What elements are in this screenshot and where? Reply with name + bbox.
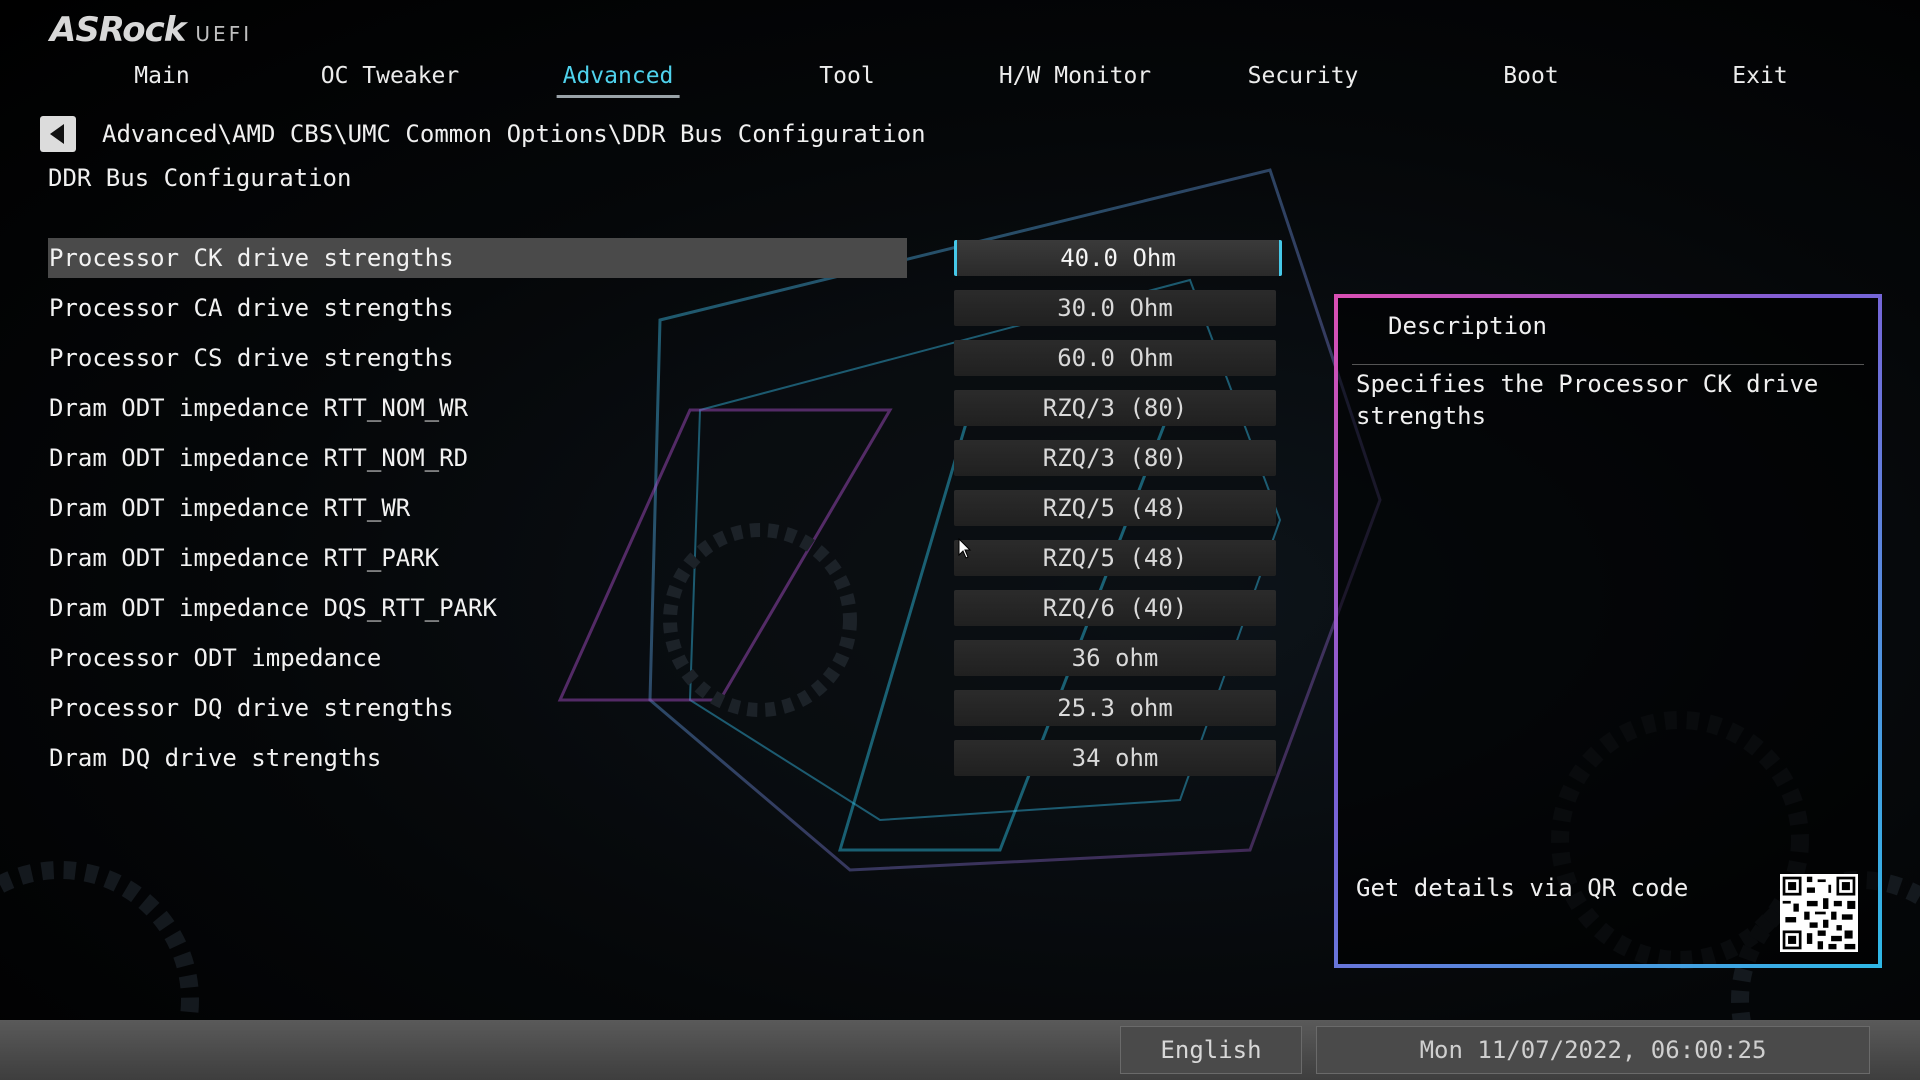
setting-label: Processor CK drive strengths [48, 238, 907, 278]
setting-value[interactable]: 34 ohm [954, 740, 1276, 776]
setting-value[interactable]: 40.0 Ohm [954, 240, 1282, 276]
setting-dram-odt-rtt-nom-wr[interactable]: Dram ODT impedance RTT_NOM_WR RZQ/3 (80) [48, 388, 1278, 428]
description-title: Description [1388, 312, 1547, 340]
qr-code-icon[interactable] [1780, 874, 1858, 952]
setting-value[interactable]: 36 ohm [954, 640, 1276, 676]
back-arrow-icon [50, 124, 64, 144]
setting-label: Dram ODT impedance RTT_NOM_WR [49, 394, 469, 422]
datetime-display: Mon 11/07/2022, 06:00:25 [1316, 1026, 1870, 1074]
setting-value[interactable]: RZQ/3 (80) [954, 440, 1276, 476]
tab-boot[interactable]: Boot [1503, 58, 1558, 94]
description-text: Specifies the Processor CK drive strengt… [1356, 370, 1819, 430]
setting-dram-odt-rtt-wr[interactable]: Dram ODT impedance RTT_WR RZQ/5 (48) [48, 488, 1278, 528]
setting-dram-odt-rtt-park[interactable]: Dram ODT impedance RTT_PARK RZQ/5 (48) [48, 538, 1278, 578]
back-button[interactable] [40, 116, 76, 152]
setting-dram-dq-drive-strengths[interactable]: Dram DQ drive strengths 34 ohm [48, 738, 1278, 778]
page-title: DDR Bus Configuration [48, 164, 352, 192]
setting-value[interactable]: RZQ/3 (80) [954, 390, 1276, 426]
setting-label: Processor ODT impedance [49, 644, 382, 672]
setting-label: Dram ODT impedance DQS_RTT_PARK [49, 594, 497, 622]
language-button[interactable]: English [1120, 1026, 1302, 1074]
setting-label: Dram ODT impedance RTT_NOM_RD [49, 444, 469, 472]
setting-label: Dram ODT impedance RTT_PARK [49, 544, 440, 572]
uefi-screen: ASRock UEFI Main OC Tweaker Advanced Tool… [0, 0, 1920, 1080]
setting-value[interactable]: 25.3 ohm [954, 690, 1276, 726]
setting-label: Processor CA drive strengths [49, 294, 454, 322]
setting-label: Processor DQ drive strengths [49, 694, 454, 722]
setting-processor-ca-drive-strengths[interactable]: Processor CA drive strengths 30.0 Ohm [48, 288, 1278, 328]
setting-value[interactable]: RZQ/5 (48) [954, 540, 1276, 576]
tab-hw-monitor[interactable]: H/W Monitor [999, 58, 1151, 94]
tab-tool[interactable]: Tool [819, 58, 874, 94]
setting-dram-odt-dqs-rtt-park[interactable]: Dram ODT impedance DQS_RTT_PARK RZQ/6 (4… [48, 588, 1278, 628]
setting-processor-dq-drive-strengths[interactable]: Processor DQ drive strengths 25.3 ohm [48, 688, 1278, 728]
setting-processor-ck-drive-strengths[interactable]: Processor CK drive strengths 40.0 Ohm [48, 238, 1282, 278]
setting-value[interactable]: 60.0 Ohm [954, 340, 1276, 376]
description-panel: Description Specifies the Processor CK d… [1334, 294, 1882, 968]
tab-security[interactable]: Security [1248, 58, 1359, 94]
tab-oc-tweaker[interactable]: OC Tweaker [321, 58, 459, 94]
qr-label: Get details via QR code [1356, 874, 1689, 902]
asrock-logo: ASRock UEFI [50, 10, 252, 50]
setting-value[interactable]: RZQ/5 (48) [954, 490, 1276, 526]
setting-processor-cs-drive-strengths[interactable]: Processor CS drive strengths 60.0 Ohm [48, 338, 1278, 378]
tab-advanced[interactable]: Advanced [556, 58, 680, 98]
mouse-pointer-icon [958, 538, 972, 559]
main-menu-bar: Main OC Tweaker Advanced Tool H/W Monito… [0, 58, 1920, 98]
setting-dram-odt-rtt-nom-rd[interactable]: Dram ODT impedance RTT_NOM_RD RZQ/3 (80) [48, 438, 1278, 478]
setting-value[interactable]: 30.0 Ohm [954, 290, 1276, 326]
setting-label: Dram ODT impedance RTT_WR [49, 494, 411, 522]
setting-value[interactable]: RZQ/6 (40) [954, 590, 1276, 626]
logo-text: ASRock [50, 10, 186, 50]
setting-label: Processor CS drive strengths [49, 344, 454, 372]
footer-bar: English Mon 11/07/2022, 06:00:25 [0, 1020, 1920, 1080]
tab-exit[interactable]: Exit [1732, 58, 1787, 94]
setting-processor-odt-impedance[interactable]: Processor ODT impedance 36 ohm [48, 638, 1278, 678]
logo-suffix: UEFI [195, 22, 253, 46]
setting-label: Dram DQ drive strengths [49, 744, 382, 772]
tab-main[interactable]: Main [134, 58, 189, 94]
breadcrumb: Advanced\AMD CBS\UMC Common Options\DDR … [102, 120, 926, 148]
description-divider [1352, 364, 1864, 365]
